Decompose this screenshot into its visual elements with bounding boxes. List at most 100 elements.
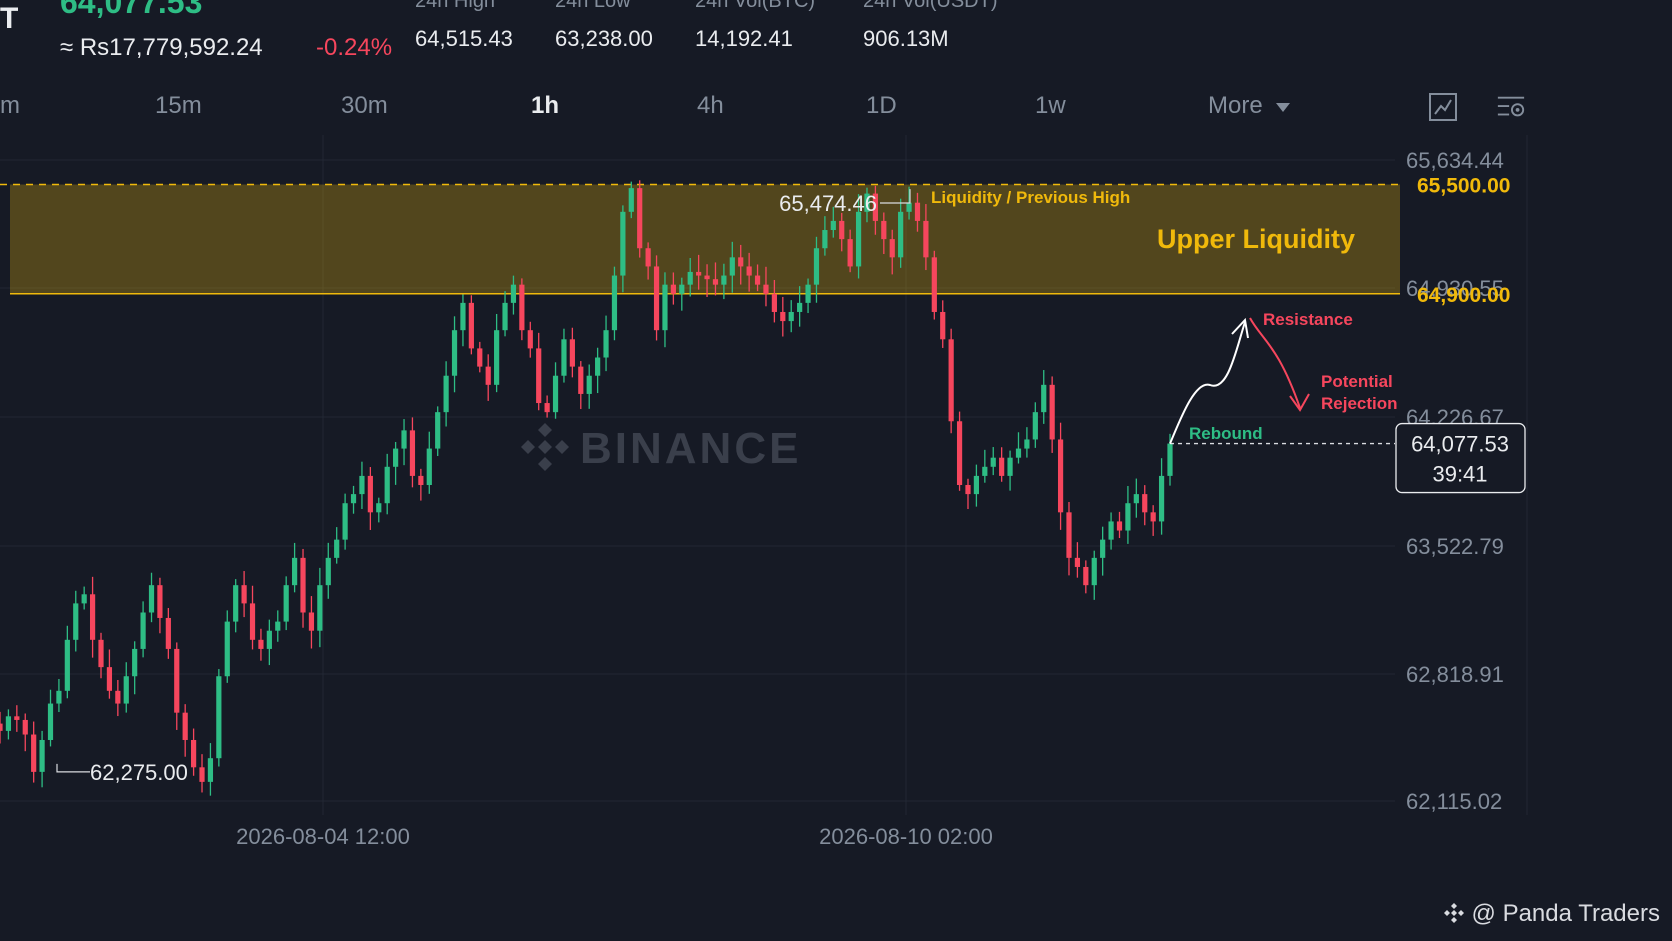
candle-body [47, 703, 54, 740]
candle-body [813, 248, 820, 285]
candle-body [855, 211, 862, 267]
candle-body [140, 612, 146, 649]
candle-body [190, 739, 197, 768]
level-label-64900: 64,900.00 [1417, 284, 1510, 307]
candle-body [367, 475, 373, 513]
rejection-arrowhead [1289, 393, 1310, 412]
candle-body [494, 330, 500, 385]
candle-body [1125, 503, 1131, 531]
candle-body [965, 485, 971, 495]
level-label-65500: 65,500.00 [1417, 174, 1510, 197]
candle-body [1066, 512, 1072, 558]
candle-body [881, 220, 887, 240]
candle-body [468, 302, 474, 349]
rebound-label: Rebound [1189, 424, 1263, 443]
candle-body [98, 639, 104, 668]
binance-logo-icon [1443, 903, 1464, 923]
candle-body [224, 621, 230, 677]
candle-body [578, 366, 584, 394]
candle-body [132, 648, 138, 677]
candle-body [712, 279, 719, 285]
rejection-arrow [1249, 317, 1301, 409]
candle-body [1150, 512, 1156, 522]
candle-body [956, 421, 963, 486]
candle-body [822, 230, 828, 249]
candle-body [679, 284, 685, 294]
candle-body [931, 257, 937, 312]
candle-body [780, 311, 786, 322]
candle-body [527, 330, 533, 349]
candle-body [662, 284, 668, 331]
candle-body [148, 585, 155, 613]
candle-body [603, 330, 609, 358]
time-tick: 2026-08-04 12:00 [236, 824, 410, 849]
candle-body [746, 266, 752, 276]
candle-body [165, 617, 171, 649]
candle-body [653, 266, 660, 331]
candle-body [64, 639, 70, 691]
candle-body [923, 220, 929, 258]
candle-body [1032, 412, 1038, 440]
candle-body [611, 275, 618, 331]
candle-body [763, 284, 769, 294]
candle-body [477, 348, 483, 367]
candle-body [182, 712, 188, 740]
binance-logo-icon [521, 423, 569, 471]
candle-body [1024, 439, 1030, 449]
candle-body [401, 430, 407, 449]
candle-body [56, 690, 62, 704]
price-tick: 62,115.02 [1406, 789, 1502, 814]
candle-body [1142, 494, 1148, 513]
candle-body [948, 339, 954, 422]
candle-body [1133, 494, 1139, 504]
candle-body [696, 271, 702, 276]
candle-body [797, 302, 803, 312]
candle-body [89, 594, 96, 640]
candle-body [426, 448, 432, 486]
candle-body [645, 248, 651, 267]
candle-body [1108, 521, 1114, 540]
candle-body [595, 357, 601, 376]
price-tick: 62,818.91 [1406, 662, 1504, 687]
candle-body [216, 676, 222, 759]
candle-body [729, 257, 735, 276]
candle-body [1091, 557, 1097, 586]
candle-body [973, 475, 980, 495]
candle-body [805, 284, 811, 303]
candle-body [561, 339, 567, 376]
high-marker-label: 65,474.46 [779, 191, 877, 216]
candle-body [350, 494, 357, 504]
candle-body [536, 348, 542, 404]
candle-body [451, 330, 458, 376]
candle-body [898, 211, 904, 258]
candle-body [123, 676, 129, 704]
price-chart[interactable]: Upper Liquidity BINANCE 65,634.44 64,930… [0, 0, 1672, 941]
rejection-label: Potential [1321, 372, 1393, 391]
candle-body [300, 557, 306, 613]
candle-body [39, 739, 45, 772]
candle-body [519, 284, 525, 331]
previous-high-note: Liquidity / Previous High [931, 188, 1130, 207]
candle-body [266, 630, 272, 649]
candle-body [670, 284, 676, 294]
candle-body [14, 716, 20, 720]
candle-body [485, 366, 491, 385]
time-tick: 2026-08-10 02:00 [819, 824, 993, 849]
candle-body [409, 430, 416, 476]
candle-body [999, 457, 1005, 476]
candle-body [1116, 521, 1123, 531]
candle-body [81, 594, 87, 604]
candle-body [982, 466, 988, 476]
candle-body [199, 767, 205, 782]
candle-countdown: 39:41 [1432, 462, 1487, 487]
candle-body [788, 311, 794, 322]
candle-body [384, 466, 390, 504]
candle-body [704, 275, 710, 280]
candle-body [1041, 384, 1047, 413]
candle-body [1049, 384, 1055, 440]
candle-body [418, 475, 424, 486]
candle-body [847, 239, 853, 267]
candle-body [569, 339, 575, 367]
candle-body [1057, 439, 1064, 513]
candle-body [1158, 475, 1165, 522]
